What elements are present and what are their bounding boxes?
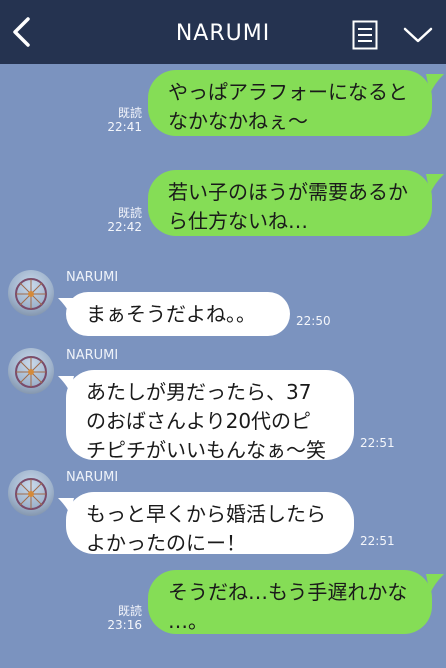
message-time: 22:41 xyxy=(107,120,142,134)
message-time: 22:42 xyxy=(107,220,142,234)
message-time: 23:16 xyxy=(107,618,142,632)
incoming-message-bubble[interactable]: まぁそうだよね。。 xyxy=(66,292,290,336)
ferris-wheel-icon xyxy=(15,278,47,310)
outgoing-message-bubble[interactable]: やっぱアラフォーになると なかなかねぇ〜 xyxy=(148,70,432,136)
outgoing-message-bubble[interactable]: そうだね…もう手遅れかな …。 xyxy=(148,570,432,634)
avatar[interactable] xyxy=(8,470,54,516)
message-time: 22:51 xyxy=(360,534,395,548)
message-meta: 既読 22:42 xyxy=(100,206,142,234)
chevron-down-icon[interactable] xyxy=(403,26,433,44)
read-receipt: 既読 xyxy=(117,604,142,618)
bubble-tail-icon xyxy=(426,574,444,594)
avatar[interactable] xyxy=(8,348,54,394)
chat-header: NARUMI xyxy=(0,0,446,64)
outgoing-message-bubble[interactable]: 若い子のほうが需要あるか ら仕方ないね… xyxy=(148,170,432,236)
sender-name: NARUMI xyxy=(66,470,119,485)
message-meta: 既読 22:41 xyxy=(100,106,142,134)
read-receipt: 既読 xyxy=(117,206,142,220)
ferris-wheel-icon xyxy=(15,356,47,388)
bubble-tail-icon xyxy=(426,174,444,194)
avatar[interactable] xyxy=(8,270,54,316)
message-meta: 既読 23:16 xyxy=(100,604,142,632)
note-icon[interactable] xyxy=(352,20,378,50)
incoming-message-bubble[interactable]: もっと早くから婚活したら よかったのにー！ xyxy=(66,492,354,555)
sender-name: NARUMI xyxy=(66,348,119,363)
sender-name: NARUMI xyxy=(66,270,119,285)
message-time: 22:51 xyxy=(360,436,395,450)
message-time: 22:50 xyxy=(296,314,331,328)
ferris-wheel-icon xyxy=(15,478,47,510)
incoming-message-bubble[interactable]: あたしが男だったら、37 のおばさんより20代のピ チピチがいいもんなぁ〜笑 xyxy=(66,370,354,462)
bubble-tail-icon xyxy=(426,74,444,94)
chat-title: NARUMI xyxy=(175,21,271,46)
read-receipt: 既読 xyxy=(117,106,142,120)
